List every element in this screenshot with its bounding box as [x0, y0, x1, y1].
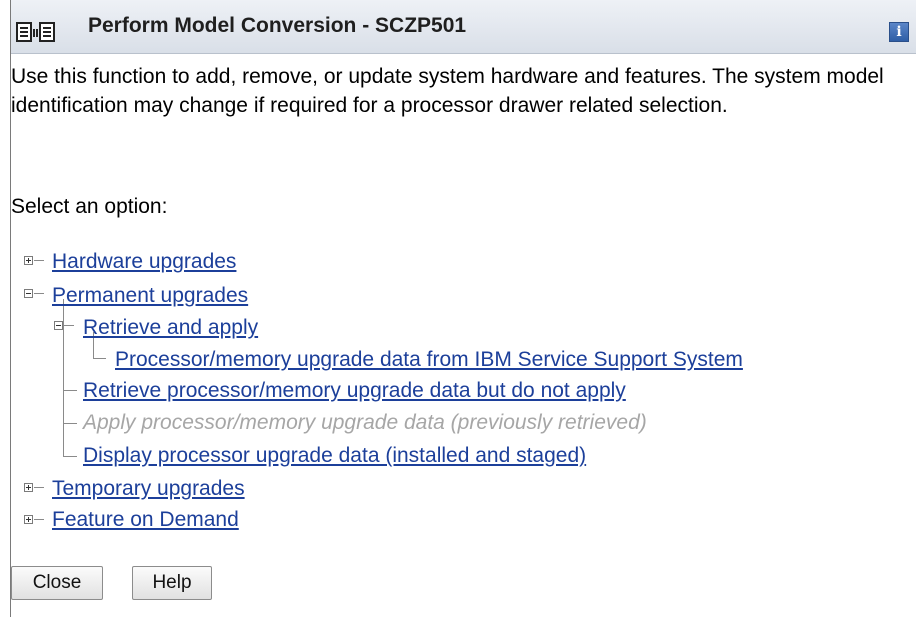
tree-item-hardware-upgrades[interactable]: Hardware upgrades	[52, 249, 236, 275]
tree-item-display-processor-upgrade[interactable]: Display processor upgrade data (installe…	[83, 443, 586, 469]
tree-connector	[63, 423, 77, 424]
tree-connector	[63, 390, 77, 391]
tree-connector	[63, 456, 77, 457]
help-button[interactable]: Help	[132, 566, 212, 600]
tree-connector	[34, 519, 44, 520]
expand-icon[interactable]	[24, 483, 33, 492]
tree-item-temporary-upgrades[interactable]: Temporary upgrades	[52, 476, 245, 502]
expand-icon[interactable]	[24, 256, 33, 265]
collapse-icon[interactable]	[24, 289, 33, 298]
window-layout-icon	[16, 22, 55, 42]
title-bar: Perform Model Conversion - SCZP501 i	[11, 0, 916, 54]
tree-connector	[63, 299, 64, 456]
tree-item-retrieve-do-not-apply[interactable]: Retrieve processor/memory upgrade data b…	[83, 378, 626, 404]
close-button[interactable]: Close	[11, 566, 103, 600]
info-icon[interactable]: i	[889, 22, 909, 42]
tree-connector	[34, 260, 44, 261]
tree-connector	[93, 358, 106, 359]
tree-item-retrieve-and-apply[interactable]: Retrieve and apply	[83, 315, 258, 341]
tree-connector	[64, 325, 74, 326]
select-option-label: Select an option:	[11, 195, 168, 218]
tree-item-apply-previously-retrieved: Apply processor/memory upgrade data (pre…	[83, 411, 647, 434]
tree-connector	[34, 293, 44, 294]
expand-icon[interactable]	[24, 515, 33, 524]
window-title: Perform Model Conversion - SCZP501	[88, 14, 467, 37]
tree-item-feature-on-demand[interactable]: Feature on Demand	[52, 507, 239, 533]
tree-item-processor-memory-from-ibm[interactable]: Processor/memory upgrade data from IBM S…	[115, 347, 743, 373]
collapse-icon[interactable]	[54, 321, 63, 330]
description-text: Use this function to add, remove, or upd…	[11, 65, 884, 117]
tree-connector	[34, 487, 44, 488]
tree-item-permanent-upgrades[interactable]: Permanent upgrades	[52, 283, 248, 309]
